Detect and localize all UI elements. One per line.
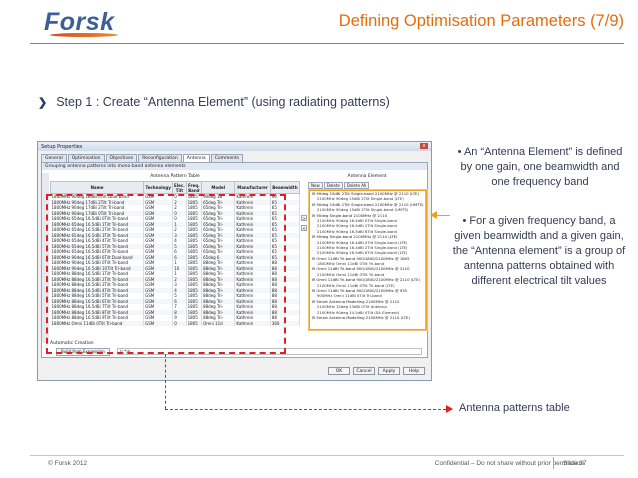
delete-all-button[interactable]: Delete All <box>343 182 370 189</box>
table-cell: 1805 <box>186 320 203 326</box>
table-row[interactable]: 1800MHz Omni 11dBi 0Tilt Tri-band GSM 0 180… <box>50 320 301 326</box>
tab-antenna[interactable]: Antenna <box>182 154 210 162</box>
tree-group-item[interactable]: ⊟ Smart Antenna Modelling 2100MHz @ 2110… <box>309 315 425 320</box>
tab-reconfiguration[interactable]: Reconfiguration <box>138 154 182 162</box>
callout-antenna-patterns-table: Antenna patterns table <box>459 402 570 414</box>
column-header[interactable]: Name <box>49 181 145 194</box>
chevron-right-icon: ❯ <box>38 96 48 109</box>
move-left-button[interactable]: < <box>301 225 307 231</box>
column-header[interactable]: Freq. Band <box>185 181 203 194</box>
expression-input[interactable]: \(.*)$ <box>117 348 422 355</box>
column-header[interactable]: Model <box>201 181 236 194</box>
move-right-button[interactable]: > <box>301 215 307 221</box>
ok-button[interactable]: OK <box>328 367 350 375</box>
tree-item-label: 1800MHz Omni 11dBi 0Tilt Tri-band <box>317 261 385 267</box>
step-text: Step 1 : Create “Antenna Element” (using… <box>56 95 390 109</box>
automatic-creation-label: Automatic Creation <box>50 341 94 346</box>
tree-item-label: 2100MHz 90deg 16.5dBi 6Tilt Single-band … <box>317 250 408 256</box>
dialog-close-button[interactable]: x <box>420 143 428 149</box>
column-header[interactable]: Manufacturer <box>234 181 271 194</box>
tab-general[interactable]: General <box>41 154 67 162</box>
table-cell: GSM <box>143 320 174 326</box>
tab-comments[interactable]: Comments <box>210 154 244 162</box>
footer-copyright: © Forsk 2012 <box>48 460 88 467</box>
tree-item-label: 2100MHz 90deg 15dBi 2Tilt Single-band (L… <box>317 196 404 202</box>
tree-item-label: Smart Antenna Modelling 2100MHz @ 2110 <box>316 298 400 304</box>
tree-item-label: 2100MHz 90deg 14.5dBi 0Tilt (SA Element) <box>317 309 400 315</box>
dialog-footer: OK Cancel Apply Help <box>328 367 425 375</box>
callout-antenna-element-grouping: • For a given frequency band, a given be… <box>452 215 626 287</box>
tree-item-label: 90deg 15dBi 2Tilt Single-band 2100MHz @ … <box>316 191 420 196</box>
tree-item-label: 2100MHz 90deg 16.4dBi 0Tilt Single-band … <box>317 239 408 245</box>
antenna-element-toolbar: New Delete Delete All <box>308 182 426 189</box>
footer-separator <box>553 457 554 469</box>
new-element-button[interactable]: New <box>308 182 323 189</box>
tree-item-label: Omni 11dBi Tri-band 900/1800/2100MHz @ 9… <box>316 288 408 294</box>
group-header: Grouping antenna patterns into mono-band… <box>42 163 427 170</box>
footer-confidential: Confidential – Do not share without prio… <box>434 460 584 467</box>
antenna-tab-body: Grouping antenna patterns into mono-band… <box>41 162 428 358</box>
tree-item-label: 2100MHz 90deg 16.5dBi 6Tilt Single-band <box>317 228 397 234</box>
antenna-pattern-panel: Antenna Pattern Table Name Technology Elec… <box>49 173 301 334</box>
tree-item-label: 2100MHz 15deg 13dBi 0Tilt Antenna <box>317 304 387 310</box>
column-header[interactable]: Technology <box>143 181 174 194</box>
red-arrow-icon <box>446 405 453 413</box>
tab-objectives[interactable]: Objectives <box>105 154 138 162</box>
title-divider <box>30 43 624 44</box>
antenna-pattern-table-title: Antenna Pattern Table <box>150 174 200 179</box>
table-cell: 1800MHz Omni 11dBi 0Tilt Tri-band <box>50 320 145 326</box>
tab-optimisation[interactable]: Optimisation <box>67 154 105 162</box>
tree-item-label: Smart Antenna Modelling 2100MHz @ 2110 (… <box>316 314 410 320</box>
antenna-element-title: Antenna Element <box>347 174 387 179</box>
tree-item-label: 2100MHz 90deg 16.4dBi 0Tilt Single-band <box>317 217 397 223</box>
build-from-expression-button[interactable]: Build from Expression <box>56 348 110 356</box>
table-cell: 360 <box>270 320 301 326</box>
tree-item-label: 2100MHz Omni 11dBi 0Tilt Tri-band (LTE) <box>317 282 395 288</box>
tree-item-label: 2100MHz 90deg 16.4dBi 2Tilt Single-band … <box>317 244 408 250</box>
antenna-element-tree[interactable]: ⊟ 90deg 15dBi 2Tilt Single-band 2100MHz … <box>308 190 426 330</box>
callout-antenna-element-definition: • An “Antenna Element” is defined by one… <box>457 146 623 188</box>
apply-button[interactable]: Apply <box>378 367 400 375</box>
red-connector-horizontal <box>165 409 446 410</box>
antenna-pattern-table: Name Technology Elec. Tilt Freq. Band Model M… <box>49 181 301 326</box>
tree-item-label: Omni 11dBi Tri-band 900/1800/2100MHz @ 2… <box>316 277 420 283</box>
table-cell: Omni 11d <box>201 320 236 326</box>
column-header[interactable]: Beamwidth <box>269 181 301 194</box>
vertical-sidebar <box>42 173 49 343</box>
page-title: Defining Optimisation Parameters (7/9) <box>338 12 624 30</box>
table-cell: Kathrein <box>234 320 271 326</box>
tree-item-label: 2100MHz 90deg 16.4dBi 2Tilt Single-band <box>317 223 397 229</box>
footer-slide-number: Slide 37 <box>563 460 587 467</box>
tree-item-label: 2100MHz Omni 11dBi 0Tilt Tri-band <box>317 271 385 277</box>
orange-arrow-icon <box>430 211 437 219</box>
tree-item-label: 2100MHz 90deg 15dBi 2Tilt Single-band (U… <box>317 207 409 213</box>
tree-item-label: Omni 11dBi Tri-band 900/1800/2100MHz @ 2… <box>316 266 410 272</box>
tree-item-label: Omni 11dBi Tri-band 900/1800/2100MHz @ 1… <box>316 255 410 261</box>
step-heading: ❯ Step 1 : Create “Antenna Element” (usi… <box>38 95 390 109</box>
setup-properties-dialog: Setup Properties x General Optimisation Ob… <box>37 141 432 381</box>
column-header[interactable]: Elec. Tilt <box>172 181 187 194</box>
tree-item-label: 90deg Single-band 2100MHz @ 2110 (LTE) <box>316 234 398 240</box>
red-connector-vertical <box>165 354 166 409</box>
footer-divider <box>30 455 624 456</box>
dialog-titlebar: Setup Properties <box>38 142 431 151</box>
cancel-button[interactable]: Cancel <box>353 367 375 375</box>
dialog-title: Setup Properties <box>41 143 83 150</box>
help-button[interactable]: Help <box>403 367 425 375</box>
antenna-element-panel: Antenna Element New Delete Delete All ⊟ … <box>308 173 426 334</box>
dialog-tabs: General Optimisation Objectives Reconfigura… <box>41 154 431 162</box>
tree-item-label: 90deg 15dBi 2Tilt Single-band 2100MHz @ … <box>316 201 424 207</box>
table-cell: 0 <box>172 320 187 326</box>
tree-item-label: 900MHz Omni 11dBi 0Tilt Tri-band <box>317 293 382 299</box>
tree-item-label: 90deg Single-band 2100MHz @ 2110 <box>316 212 388 218</box>
delete-element-button[interactable]: Delete <box>323 182 343 189</box>
logo-swoosh <box>50 33 118 37</box>
